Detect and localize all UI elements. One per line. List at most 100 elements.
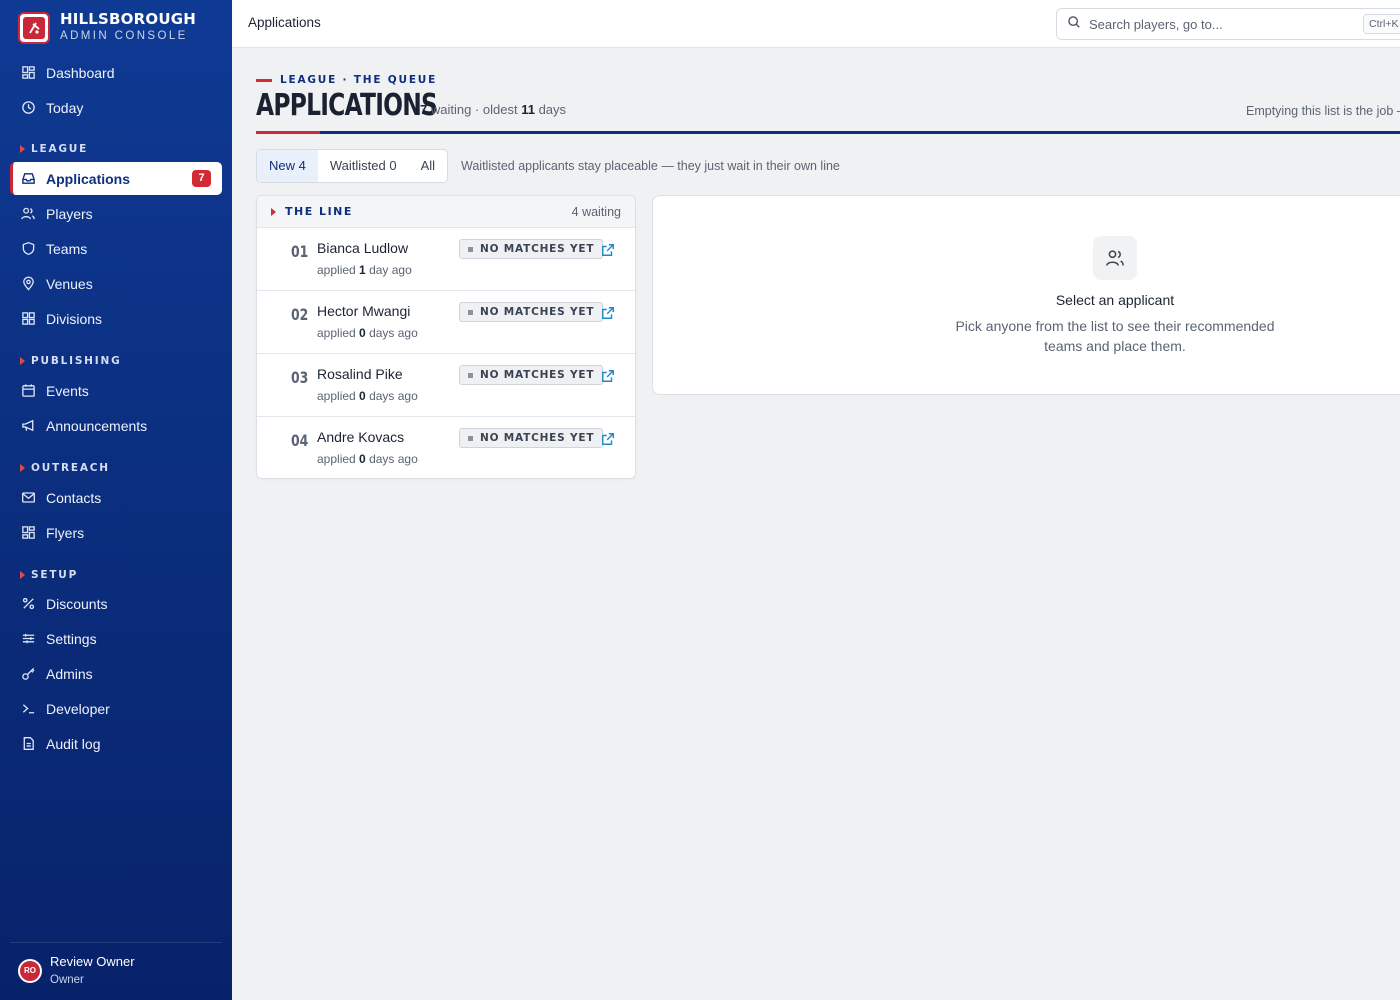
sidebar-item-discounts[interactable]: Discounts [10, 587, 222, 620]
search-input[interactable]: Search players, go to... Ctrl+K [1056, 8, 1400, 40]
sidebar-item-label: Events [46, 382, 89, 399]
external-link-icon[interactable] [601, 432, 615, 446]
divider [10, 942, 222, 943]
sidebar-item-dashboard[interactable]: Dashboard [10, 56, 222, 89]
queue-position: 01 [291, 242, 309, 261]
caret-right-icon [20, 145, 25, 153]
list-item[interactable]: 01 Bianca Ludlow applied 1 day ago NO MA… [257, 228, 635, 291]
sidebar-item-label: Flyers [46, 524, 85, 541]
page-title: APPLICATIONS [256, 88, 438, 123]
mail-icon [20, 490, 36, 506]
grid-icon [20, 311, 36, 327]
brand-logo [18, 11, 50, 44]
topbar-title: Applications [248, 15, 321, 30]
avatar: RO [18, 958, 42, 983]
tab-all[interactable]: All [409, 150, 447, 182]
file-icon [20, 736, 36, 752]
status-badge: NO MATCHES YET [459, 239, 604, 259]
sliders-icon [20, 631, 36, 647]
queue-position: 03 [291, 368, 309, 387]
external-link-icon[interactable] [601, 306, 615, 320]
topbar: Applications Search players, go to... Ct… [232, 0, 1400, 48]
external-link-icon[interactable] [601, 243, 615, 257]
sidebar-item-settings[interactable]: Settings [10, 622, 222, 655]
map-pin-icon [20, 276, 36, 292]
sidebar-item-label: Applications [46, 170, 131, 187]
clock-icon [20, 100, 36, 116]
list-item[interactable]: 03 Rosalind Pike applied 0 days ago NO M… [257, 354, 635, 417]
queue-position: 02 [291, 305, 309, 324]
empty-state-title: Select an applicant [1055, 292, 1175, 308]
brand-title: HILLSBOROUGH [60, 10, 196, 28]
sidebar-item-label: Venues [46, 275, 93, 292]
user-menu[interactable]: RO Review Owner Owner [18, 953, 135, 988]
sidebar-item-contacts[interactable]: Contacts [10, 481, 222, 514]
status-badge: NO MATCHES YET [459, 302, 604, 322]
empty-state-description: Pick anyone from the list to see their r… [955, 318, 1275, 354]
sidebar-item-label: Audit log [46, 735, 101, 752]
applicant-name: Rosalind Pike [317, 366, 403, 382]
section-label-outreach[interactable]: OUTREACH [20, 462, 110, 474]
caret-right-icon [20, 357, 25, 365]
applied-ago: applied 1 day ago [317, 263, 412, 277]
queue-header[interactable]: THE LINE 4 waiting [257, 196, 635, 228]
applicant-name: Andre Kovacs [317, 429, 405, 445]
sidebar-item-label: Today [46, 99, 84, 116]
shield-icon [20, 241, 36, 257]
terminal-icon [20, 701, 36, 717]
sidebar-item-label: Divisions [46, 310, 103, 327]
external-link-icon[interactable] [601, 369, 615, 383]
sidebar-item-label: Dashboard [46, 64, 115, 81]
tab-new[interactable]: New 4 [257, 150, 318, 182]
sidebar-item-label: Teams [46, 240, 88, 257]
sidebar-item-venues[interactable]: Venues [10, 267, 222, 300]
users-icon [1093, 236, 1137, 280]
applicant-detail-panel: Select an applicant Pick anyone from the… [652, 195, 1400, 395]
caret-right-icon [271, 207, 276, 216]
sidebar-item-applications[interactable]: Applications 7 [10, 162, 222, 195]
filter-tabs: New 4 Waitlisted 0 All [256, 149, 449, 183]
brand[interactable]: HILLSBOROUGH ADMIN CONSOLE [18, 11, 196, 44]
section-label-publishing[interactable]: PUBLISHING [20, 355, 122, 367]
header-rule [256, 131, 1400, 134]
queue-count: 4 waiting [571, 205, 621, 219]
inbox-icon [20, 171, 36, 187]
sidebar-item-developer[interactable]: Developer [10, 692, 222, 725]
sidebar-item-teams[interactable]: Teams [10, 232, 222, 265]
queue-position: 04 [291, 431, 309, 450]
sidebar-item-audit-log[interactable]: Audit log [10, 727, 222, 760]
sidebar-item-label: Players [46, 205, 93, 222]
count-badge: 7 [192, 170, 211, 187]
tabs-note: Waitlisted applicants stay placeable — t… [461, 159, 840, 173]
caret-right-icon [20, 571, 25, 579]
sidebar-item-label: Developer [46, 700, 110, 717]
percent-icon [20, 596, 36, 612]
key-icon [20, 666, 36, 682]
sidebar-item-players[interactable]: Players [10, 197, 222, 230]
section-label-setup[interactable]: SETUP [20, 569, 78, 581]
section-label-league[interactable]: LEAGUE [20, 143, 88, 155]
sidebar-item-admins[interactable]: Admins [10, 657, 222, 690]
page-subtitle: 7 waiting · oldest 11 days [420, 102, 567, 117]
sidebar-item-divisions[interactable]: Divisions [10, 302, 222, 335]
sidebar-item-label: Admins [46, 665, 93, 682]
applicant-name: Hector Mwangi [317, 303, 411, 319]
sidebar-item-label: Contacts [46, 489, 102, 506]
list-item[interactable]: 04 Andre Kovacs applied 0 days ago NO MA… [257, 417, 635, 478]
users-icon [20, 206, 36, 222]
user-name: Review Owner [50, 954, 135, 969]
list-item[interactable]: 02 Hector Mwangi applied 0 days ago NO M… [257, 291, 635, 354]
grid-icon [20, 525, 36, 541]
sidebar-item-label: Discounts [46, 595, 108, 612]
header-rule-accent [256, 131, 320, 134]
queue-list: THE LINE 4 waiting 01 Bianca Ludlow appl… [256, 195, 636, 479]
header-note: Emptying this list is the job — [1246, 104, 1400, 118]
sidebar-item-announcements[interactable]: Announcements [10, 409, 222, 442]
sidebar-item-today[interactable]: Today [10, 91, 222, 124]
caret-right-icon [20, 464, 25, 472]
sidebar-item-flyers[interactable]: Flyers [10, 516, 222, 549]
megaphone-icon [20, 418, 36, 434]
tab-waitlisted[interactable]: Waitlisted 0 [318, 150, 409, 182]
user-role: Owner [50, 974, 84, 986]
sidebar-item-events[interactable]: Events [10, 374, 222, 407]
